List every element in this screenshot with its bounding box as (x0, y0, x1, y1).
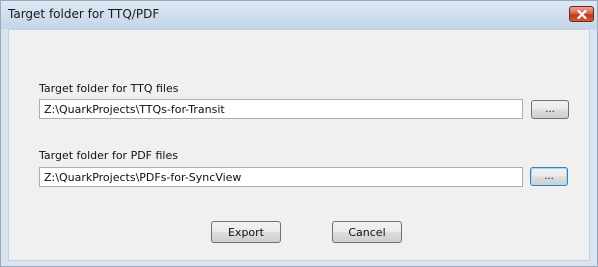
dialog-window: Target folder for TTQ/PDF Target folder … (0, 0, 598, 267)
pdf-browse-button[interactable]: ... (530, 167, 568, 186)
title-bar[interactable]: Target folder for TTQ/PDF (1, 1, 597, 29)
window-title: Target folder for TTQ/PDF (8, 7, 160, 21)
ttq-folder-label: Target folder for TTQ files (39, 82, 179, 95)
close-icon (576, 9, 587, 19)
pdf-folder-input[interactable] (39, 167, 523, 187)
export-button[interactable]: Export (211, 221, 281, 243)
close-button[interactable] (569, 6, 594, 22)
ttq-folder-input[interactable] (39, 99, 523, 119)
cancel-button[interactable]: Cancel (332, 221, 402, 243)
ttq-browse-button[interactable]: ... (531, 100, 569, 119)
pdf-folder-label: Target folder for PDF files (39, 149, 178, 162)
dialog-content: Target folder for TTQ files ... Target f… (8, 29, 590, 261)
